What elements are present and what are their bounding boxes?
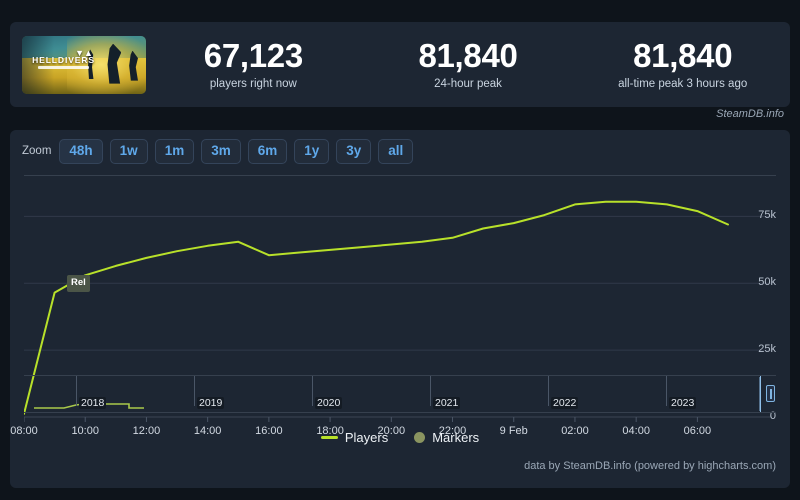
y-tick-label: 75k [758,209,776,222]
stats-card: ▼▲ HELLDIVERS 67,123 players right now 8… [10,22,790,107]
navigator-tick [430,376,431,406]
stat-label: all-time peak 3 hours ago [618,77,748,90]
stats-group: 67,123 players right now 81,840 24-hour … [146,39,790,90]
y-tick-label: 25k [758,343,776,356]
stat-24h-peak: 81,840 24-hour peak [361,39,576,90]
navigator-right-handle[interactable] [766,385,775,402]
zoom-range-48h[interactable]: 48h [59,139,103,164]
stat-all-time-peak: 81,840 all-time peak 3 hours ago [575,39,790,90]
navigator-tick [666,376,667,406]
zoom-range-selector: Zoom 48h 1w 1m 3m 6m 1y 3y all [22,139,414,164]
players-line-swatch-icon [320,436,338,439]
navigator-tick [312,376,313,406]
stat-value: 81,840 [633,37,733,75]
game-title-underline [38,66,89,70]
zoom-range-1y[interactable]: 1y [294,139,330,164]
zoom-range-1w[interactable]: 1w [109,139,148,164]
chart-panel: Zoom 48h 1w 1m 3m 6m 1y 3y all 0 25k 50k 75k 08:00… [10,130,790,488]
navigator-year-label: 2022 [551,397,579,409]
zoom-range-1m[interactable]: 1m [154,139,195,164]
chart-credit[interactable]: data by SteamDB.info (powered by highcha… [524,460,776,472]
navigator-series [34,377,761,411]
stat-value: 81,840 [418,37,518,75]
steamdb-brand-label: SteamDB.info [716,108,784,120]
y-tick-label: 50k [758,276,776,289]
range-navigator[interactable]: 2018 2019 2020 2021 2022 2023 [24,375,776,413]
navigator-tick [548,376,549,406]
game-title-text: HELLDIVERS [32,55,95,66]
legend-item-markers[interactable]: Markers [414,430,479,445]
zoom-range-all[interactable]: all [378,139,414,164]
zoom-label: Zoom [22,145,52,158]
navigator-year-label: 2020 [315,397,343,409]
zoom-buttons-group: 48h 1w 1m 3m 6m 1y 3y all [59,139,414,164]
navigator-year-label: 2021 [433,397,461,409]
legend-item-players[interactable]: Players [320,430,389,445]
navigator-year-label: 2019 [197,397,225,409]
chart-legend: Players Markers [10,430,790,445]
players-line-chart[interactable] [24,175,776,460]
navigator-tick [194,376,195,406]
navigator-year-label: 2018 [79,397,107,409]
capsule-logo: HELLDIVERS [29,55,97,70]
game-capsule-image[interactable]: ▼▲ HELLDIVERS [22,35,146,94]
stat-value: 67,123 [203,37,303,75]
stat-players-now: 67,123 players right now [146,39,361,90]
navigator-year-label: 2023 [669,397,697,409]
plot-area: 0 25k 50k 75k 08:00 10:00 12:00 14:00 16:00 18:0… [10,175,776,460]
steamdb-chart-page: ▼▲ HELLDIVERS 67,123 players right now 8… [0,0,800,500]
legend-label: Players [344,430,389,445]
legend-label: Markers [432,430,480,445]
release-marker-badge[interactable]: Rel [66,275,90,292]
zoom-range-3m[interactable]: 3m [201,139,241,164]
zoom-range-6m[interactable]: 6m [247,139,288,164]
capsule-artwork: ▼▲ HELLDIVERS [22,35,146,94]
navigator-tick [76,376,77,406]
markers-dot-swatch-icon [414,432,426,443]
stat-label: 24-hour peak [434,77,502,90]
stat-label: players right now [209,77,297,90]
navigator-selection-edge [760,376,761,412]
navigator-handle-grip [770,389,772,399]
zoom-range-3y[interactable]: 3y [336,139,372,164]
